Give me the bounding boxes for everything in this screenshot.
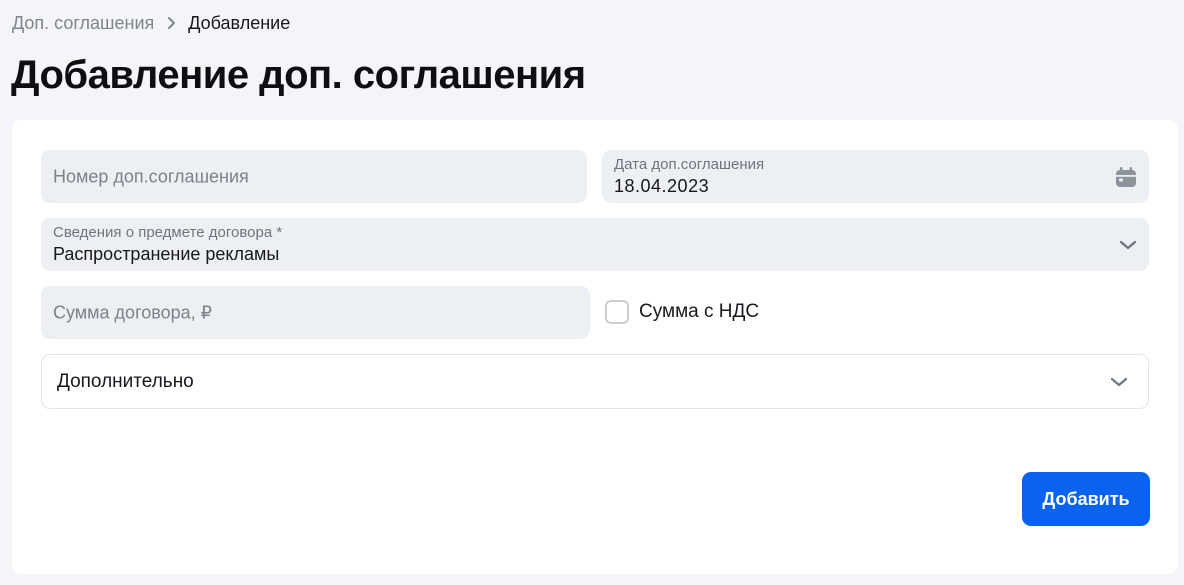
contract-amount-field[interactable]: Сумма договора, ₽: [41, 286, 590, 339]
contract-amount-placeholder: Сумма договора, ₽: [53, 302, 213, 322]
agreement-number-field[interactable]: Номер доп.соглашения: [41, 150, 587, 203]
agreement-date-label: Дата доп.соглашения: [614, 156, 765, 173]
contract-subject-value: Распространение рекламы: [53, 244, 280, 264]
contract-subject-select[interactable]: Сведения о предмете договора * Распростр…: [41, 218, 1149, 271]
chevron-down-icon[interactable]: [1119, 239, 1137, 251]
agreement-number-placeholder: Номер доп.соглашения: [53, 166, 249, 186]
chevron-down-icon[interactable]: [1110, 376, 1128, 388]
agreement-date-field[interactable]: Дата доп.соглашения 18.04.2023: [602, 150, 1149, 203]
add-button[interactable]: Добавить: [1022, 472, 1150, 526]
additional-accordion[interactable]: Дополнительно: [41, 354, 1149, 409]
vat-checkbox-label: Сумма с НДС: [639, 301, 760, 322]
chevron-right-icon: [166, 16, 176, 30]
additional-accordion-label: Дополнительно: [57, 370, 194, 392]
breadcrumb-current: Добавление: [188, 13, 291, 33]
contract-subject-label: Сведения о предмете договора *: [53, 224, 283, 241]
vat-checkbox-row[interactable]: Сумма с НДС: [605, 300, 759, 324]
breadcrumb: Доп. соглашения Добавление: [12, 12, 290, 34]
form-card: Номер доп.соглашения Дата доп.соглашения…: [12, 120, 1178, 574]
breadcrumb-link-parent[interactable]: Доп. соглашения: [12, 12, 154, 34]
calendar-icon[interactable]: [1115, 166, 1137, 188]
vat-checkbox[interactable]: [605, 300, 629, 324]
page-title: Добавление доп. соглашения: [11, 53, 586, 97]
agreement-date-value: 18.04.2023: [614, 176, 710, 196]
